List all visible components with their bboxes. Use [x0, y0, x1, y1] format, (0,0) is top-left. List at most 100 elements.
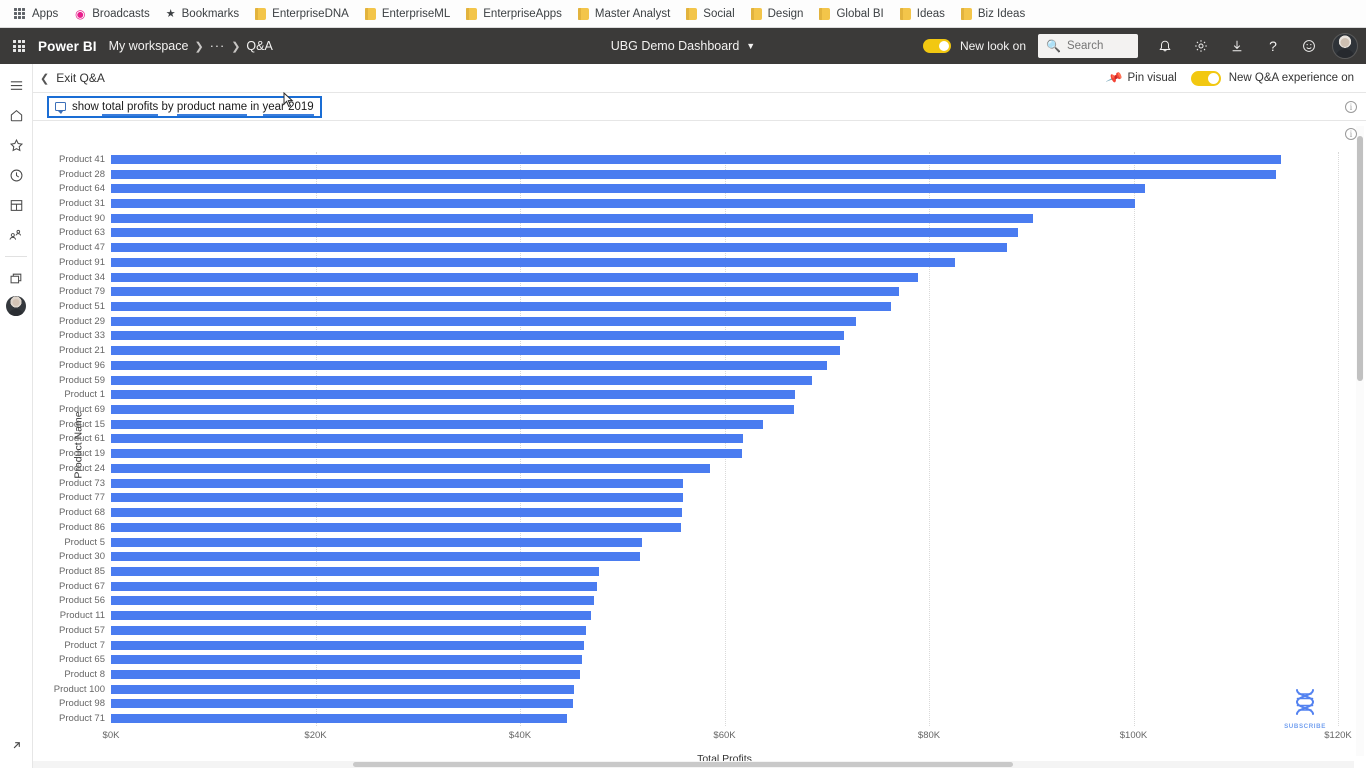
chart-bar-row[interactable]: Product 47	[59, 240, 1338, 255]
chart-bar[interactable]	[111, 625, 587, 635]
chart-bar[interactable]	[111, 154, 1281, 164]
recent-clock-icon[interactable]	[0, 160, 33, 190]
chart-bar[interactable]	[111, 714, 568, 724]
chart-bar[interactable]	[111, 213, 1034, 223]
expand-arrow-icon[interactable]	[0, 730, 33, 760]
chart-bar[interactable]	[111, 184, 1145, 194]
bookmark-broadcasts[interactable]: ◉ Broadcasts	[66, 5, 158, 23]
chart-bar-row[interactable]: Product 77	[59, 491, 1338, 506]
chart-bar[interactable]	[111, 316, 857, 326]
chart-bar-row[interactable]: Product 98	[59, 697, 1338, 712]
chart-bar-row[interactable]: Product 86	[59, 520, 1338, 535]
chart-bar[interactable]	[111, 640, 585, 650]
chart-bar-row[interactable]: Product 7	[64, 638, 1338, 653]
chart-bar[interactable]	[111, 478, 683, 488]
chart-bar[interactable]	[111, 228, 1018, 238]
chart-bar-row[interactable]: Product 67	[59, 579, 1338, 594]
chart-bar[interactable]	[111, 272, 918, 282]
chart-bar-row[interactable]: Product 8	[64, 667, 1338, 682]
chart-bar-row[interactable]: Product 68	[59, 505, 1338, 520]
bookmark-enterprisedna[interactable]: EnterpriseDNA	[247, 5, 357, 23]
chart-bar-row[interactable]: Product 19	[59, 446, 1338, 461]
chevron-down-icon[interactable]: ▼	[746, 41, 755, 51]
chart-bar[interactable]	[111, 257, 955, 267]
chart-bar-row[interactable]: Product 85	[59, 564, 1338, 579]
bookmark-bookmarks[interactable]: ★ Bookmarks	[158, 4, 247, 23]
chart-bar-row[interactable]: Product 51	[59, 299, 1338, 314]
chart-bar[interactable]	[111, 346, 841, 356]
chart-bar[interactable]	[111, 611, 591, 621]
chart-bar[interactable]	[111, 302, 892, 312]
new-qa-experience-toggle[interactable]	[1190, 70, 1221, 86]
chart-bar-row[interactable]: Product 21	[59, 343, 1338, 358]
chart-bar-row[interactable]: Product 71	[59, 711, 1338, 726]
chart-bar-row[interactable]: Product 30	[59, 549, 1338, 564]
chart-bar[interactable]	[111, 699, 574, 709]
chart-bar[interactable]	[111, 331, 845, 341]
search-input[interactable]	[1066, 40, 1130, 52]
info-circle-icon[interactable]: i	[1345, 101, 1357, 113]
chart-bar[interactable]	[111, 581, 597, 591]
chart-bar[interactable]	[111, 669, 581, 679]
chart-bar-row[interactable]: Product 15	[59, 417, 1338, 432]
report-title[interactable]: UBG Demo Dashboard	[611, 39, 740, 53]
chart-bar-row[interactable]: Product 65	[59, 652, 1338, 667]
chart-bar[interactable]	[111, 537, 642, 547]
chart-bar-row[interactable]: Product 57	[59, 623, 1338, 638]
pin-visual-button[interactable]: 📌 Pin visual	[1105, 69, 1177, 87]
chart-bar[interactable]	[111, 375, 813, 385]
notifications-icon[interactable]	[1148, 31, 1182, 61]
chart-bar[interactable]	[111, 508, 682, 518]
chart-bar-row[interactable]: Product 90	[59, 211, 1338, 226]
download-icon[interactable]	[1220, 31, 1254, 61]
chart-bar-row[interactable]: Product 24	[59, 461, 1338, 476]
chart-bar[interactable]	[111, 566, 599, 576]
chart-bar[interactable]	[111, 493, 683, 503]
bookmark-design[interactable]: Design	[743, 5, 812, 23]
chart-bar-row[interactable]: Product 63	[59, 226, 1338, 241]
chart-bar[interactable]	[111, 360, 827, 370]
home-icon[interactable]	[0, 100, 33, 130]
chart-bar-row[interactable]: Product 31	[59, 196, 1338, 211]
chart-bar-row[interactable]: Product 64	[59, 181, 1338, 196]
chart-bar-row[interactable]: Product 5	[64, 535, 1338, 550]
chart-bar-row[interactable]: Product 1	[64, 387, 1338, 402]
favorites-star-icon[interactable]	[0, 130, 33, 160]
chart-bar[interactable]	[111, 596, 594, 606]
chart-bar-row[interactable]: Product 100	[54, 682, 1338, 697]
visual-info-circle-icon[interactable]: i	[1345, 128, 1357, 140]
feedback-smiley-icon[interactable]	[1292, 31, 1326, 61]
chart-bar-row[interactable]: Product 69	[59, 402, 1338, 417]
user-avatar[interactable]	[1332, 33, 1358, 59]
chart-bar[interactable]	[111, 169, 1276, 179]
powerbi-brand[interactable]: Power BI	[38, 39, 97, 54]
my-workspace-avatar[interactable]	[6, 296, 26, 316]
bookmark-master-analyst[interactable]: Master Analyst	[570, 5, 678, 23]
apps-icon[interactable]	[0, 190, 33, 220]
chart-bar-row[interactable]: Product 59	[59, 373, 1338, 388]
chart-bar-row[interactable]: Product 28	[59, 167, 1338, 182]
shared-with-me-icon[interactable]	[0, 220, 33, 250]
waffle-grid-icon[interactable]	[4, 31, 34, 61]
bookmark-social[interactable]: Social	[678, 5, 742, 23]
chart-bar[interactable]	[111, 419, 764, 429]
chart-bar[interactable]	[111, 522, 681, 532]
chart-bar-row[interactable]: Product 91	[59, 255, 1338, 270]
breadcrumb-workspace[interactable]: My workspace	[109, 39, 189, 53]
chart-bar[interactable]	[111, 287, 900, 297]
vertical-scrollbar-thumb[interactable]	[1357, 136, 1363, 381]
new-look-toggle[interactable]	[922, 39, 951, 53]
chart-bar-row[interactable]: Product 73	[59, 476, 1338, 491]
hamburger-menu-icon[interactable]	[0, 70, 33, 100]
search-box[interactable]: 🔍	[1038, 34, 1138, 58]
workspaces-icon[interactable]	[0, 263, 33, 293]
chart-bar[interactable]	[111, 463, 711, 473]
bookmark-ideas[interactable]: Ideas	[892, 5, 953, 23]
bookmark-enterpriseapps[interactable]: EnterpriseApps	[458, 5, 570, 23]
chart-bar[interactable]	[111, 655, 583, 665]
horizontal-scrollbar-thumb[interactable]	[353, 762, 1013, 767]
exit-qa-button[interactable]: ❮ Exit Q&A	[40, 71, 105, 85]
breadcrumb-overflow[interactable]: ···	[210, 39, 226, 53]
chart-bar-row[interactable]: Product 11	[60, 608, 1338, 623]
bookmark-global-bi[interactable]: Global BI	[811, 5, 891, 23]
